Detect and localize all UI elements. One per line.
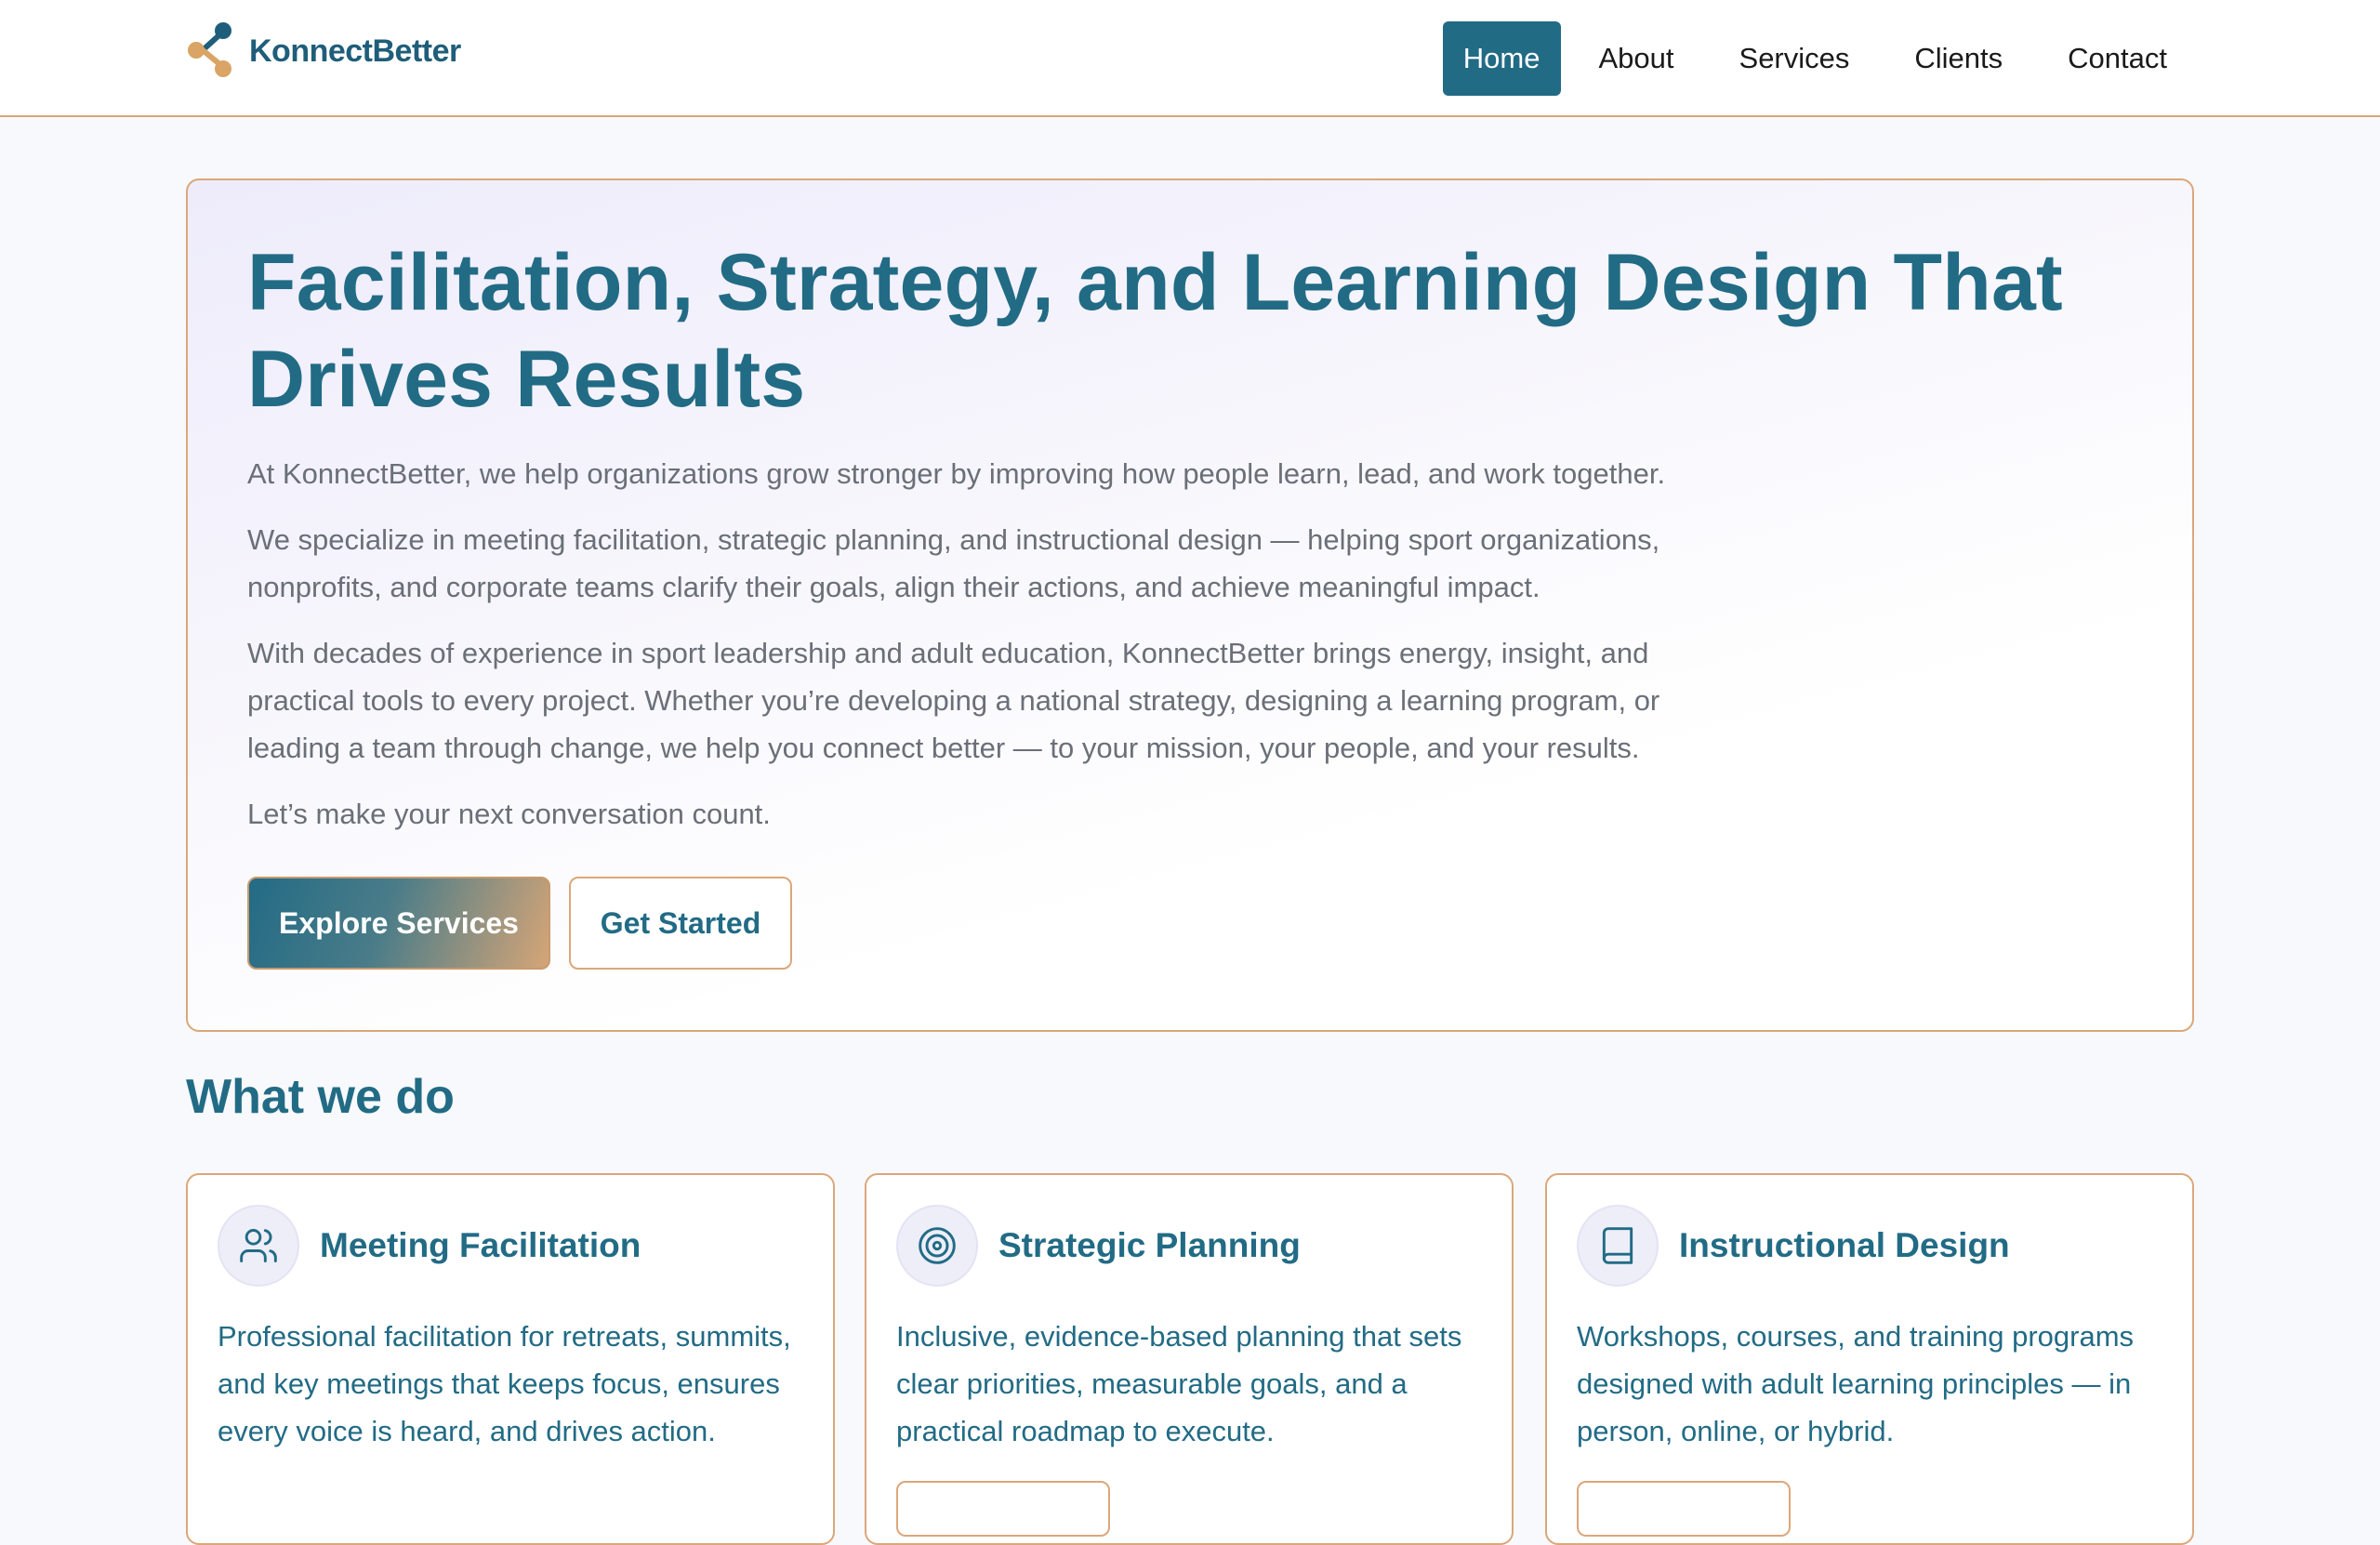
card-description: Workshops, courses, and training program… bbox=[1577, 1320, 2135, 1447]
nav-home[interactable]: Home bbox=[1442, 21, 1561, 96]
nav-services[interactable]: Services bbox=[1712, 21, 1877, 96]
nav-clients[interactable]: Clients bbox=[1887, 21, 2030, 96]
service-card-meeting-facilitation: Meeting Facilitation Professional facili… bbox=[186, 1173, 835, 1545]
brand-logo[interactable]: KonnectBetter bbox=[186, 19, 461, 84]
hero-title: Facilitation, Strategy, and Learning Des… bbox=[247, 238, 2063, 424]
service-card-strategic-planning: Strategic Planning Inclusive, evidence-b… bbox=[865, 1173, 1514, 1545]
brand-name: KonnectBetter bbox=[249, 33, 461, 69]
nav-contact[interactable]: Contact bbox=[2041, 21, 2194, 96]
card-title: Instructional Design bbox=[1679, 1226, 2010, 1264]
main-nav: Home About Services Clients Contact bbox=[1442, 21, 2194, 96]
book-icon bbox=[1577, 1205, 1659, 1287]
hero-section: Facilitation, Strategy, and Learning Des… bbox=[186, 178, 2194, 1032]
hero-buttons: Explore Services Get Started bbox=[247, 877, 2133, 970]
target-icon bbox=[896, 1205, 978, 1287]
card-title: Meeting Facilitation bbox=[320, 1226, 641, 1264]
site-header: KonnectBetter Home About Services Client… bbox=[0, 0, 2380, 117]
explore-services-button[interactable]: Explore Services bbox=[247, 877, 550, 970]
what-we-do-heading: What we do bbox=[186, 1070, 455, 1124]
get-started-button[interactable]: Get Started bbox=[569, 877, 792, 970]
hero-tagline: Let’s make your next conversation count. bbox=[247, 798, 771, 830]
hero-intro: At KonnectBetter, we help organizations … bbox=[247, 457, 1666, 490]
hero-specialties: We specialize in meeting facilitation, s… bbox=[247, 523, 1660, 603]
card-description: Professional facilitation for retreats, … bbox=[218, 1320, 791, 1447]
card-description: Inclusive, evidence-based planning that … bbox=[896, 1320, 1462, 1447]
nav-about[interactable]: About bbox=[1572, 21, 1701, 96]
card-learn-more-button[interactable] bbox=[1577, 1481, 1791, 1537]
hero-experience: With decades of experience in sport lead… bbox=[247, 637, 1660, 764]
people-icon bbox=[218, 1205, 299, 1287]
connect-logo-icon bbox=[188, 22, 231, 77]
card-title: Strategic Planning bbox=[998, 1226, 1301, 1264]
service-card-instructional-design: Instructional Design Workshops, courses,… bbox=[1545, 1173, 2194, 1545]
card-learn-more-button[interactable] bbox=[896, 1481, 1110, 1537]
